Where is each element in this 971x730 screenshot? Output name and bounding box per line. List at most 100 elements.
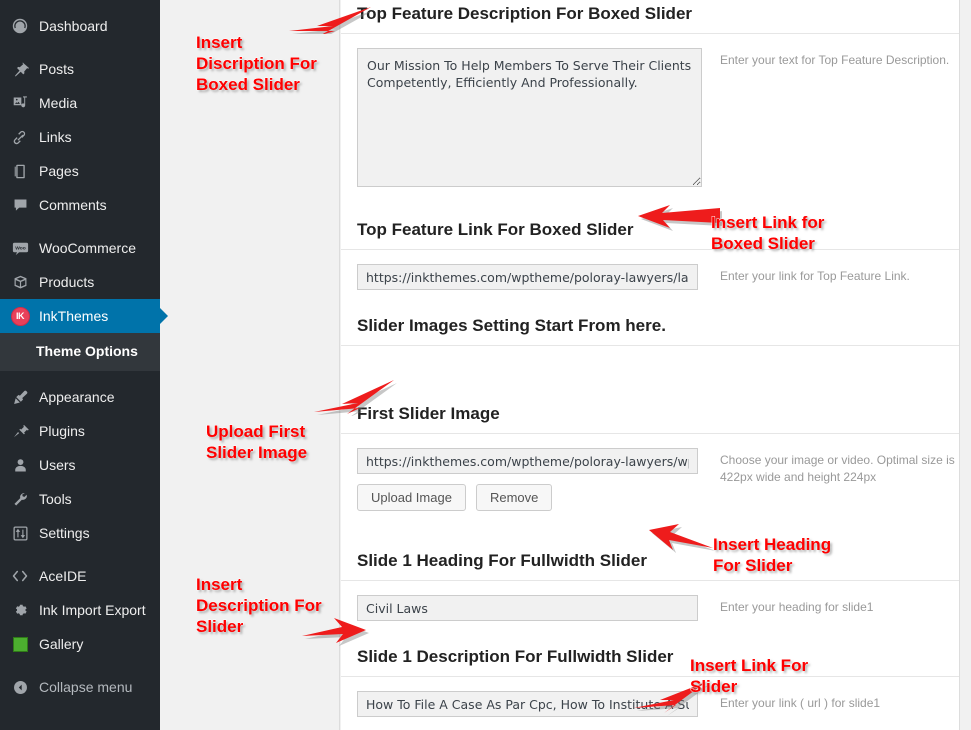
section-heading: Top Feature Description For Boxed Slider [341, 4, 959, 34]
sidebar-item-comments[interactable]: Comments [0, 188, 160, 222]
sidebar-item-gallery[interactable]: Gallery [0, 627, 160, 661]
sidebar-item-label: Posts [39, 61, 75, 77]
dashboard-icon [10, 16, 30, 36]
section-top-feature-description: Top Feature Description For Boxed Slider… [341, 0, 959, 192]
user-icon [10, 455, 30, 475]
sidebar-item-tools[interactable]: Tools [0, 482, 160, 516]
pin-icon [10, 59, 30, 79]
section-heading: Slider Images Setting Start From here. [341, 316, 959, 346]
sidebar-item-appearance[interactable]: Appearance [0, 380, 160, 414]
gear-icon [10, 600, 30, 620]
section-slide1-description: Slide 1 Description For Fullwidth Slider… [341, 621, 959, 717]
field-row: Enter your link for Top Feature Link. [341, 250, 959, 290]
code-brackets-icon [10, 566, 30, 586]
theme-options-panel: Top Feature Description For Boxed Slider… [341, 0, 959, 730]
sidebar-item-inkthemes[interactable]: IK InkThemes [0, 299, 168, 333]
field-row: Upload Image Remove Choose your image or… [341, 434, 959, 511]
field-column: Our Mission To Help Members To Serve The… [357, 48, 702, 192]
slide1-heading-input[interactable] [357, 595, 698, 621]
sliders-icon [10, 523, 30, 543]
sidebar-item-settings[interactable]: Settings [0, 516, 160, 550]
sidebar-item-collapse-menu[interactable]: Collapse menu [0, 670, 160, 704]
field-column [357, 595, 702, 621]
section-first-slider-image: First Slider Image Upload Image Remove C… [341, 346, 959, 511]
sidebar-item-users[interactable]: Users [0, 448, 160, 482]
sidebar-item-theme-options[interactable]: Theme Options [0, 339, 160, 363]
sidebar-item-label: Tools [39, 491, 72, 507]
link-icon [10, 127, 30, 147]
remove-image-button[interactable]: Remove [475, 484, 553, 511]
field-row: Enter your link ( url ) for slide1 [341, 677, 959, 717]
collapse-arrow-icon [10, 677, 30, 697]
top-feature-link-input[interactable] [357, 264, 698, 290]
right-rail [959, 0, 971, 730]
sidebar-item-links[interactable]: Links [0, 120, 160, 154]
woocommerce-icon: Woo [10, 238, 30, 258]
field-row: Enter your heading for slide1 [341, 581, 959, 621]
svg-text:Woo: Woo [15, 245, 26, 251]
sidebar-item-products[interactable]: Products [0, 265, 160, 299]
sidebar-item-label: AceIDE [39, 568, 87, 584]
upload-image-button[interactable]: Upload Image [357, 484, 466, 511]
section-top-feature-link: Top Feature Link For Boxed Slider Enter … [341, 192, 959, 290]
section-slide1-heading: Slide 1 Heading For Fullwidth Slider Ent… [341, 511, 959, 621]
field-row: Our Mission To Help Members To Serve The… [341, 34, 959, 192]
annotation-gutter [160, 0, 340, 730]
sidebar-item-pages[interactable]: Pages [0, 154, 160, 188]
sidebar-item-label: Comments [39, 197, 107, 213]
sidebar-item-label: Ink Import Export [39, 602, 146, 618]
top-feature-description-textarea[interactable]: Our Mission To Help Members To Serve The… [357, 48, 702, 187]
sidebar-item-label: WooCommerce [39, 240, 136, 256]
field-help-text: Enter your link ( url ) for slide1 [720, 696, 881, 710]
section-slide1-link: Slide 1 Link [341, 717, 959, 730]
sidebar-item-media[interactable]: Media [0, 86, 160, 120]
sidebar-item-ink-import-export[interactable]: Ink Import Export [0, 593, 160, 627]
sidebar-item-label: Collapse menu [39, 679, 133, 695]
media-icon [10, 93, 30, 113]
sidebar-item-aceide[interactable]: AceIDE [0, 559, 160, 593]
sidebar-item-label: Media [39, 95, 78, 111]
wrench-icon [10, 489, 30, 509]
sidebar-item-posts[interactable]: Posts [0, 52, 160, 86]
field-help-text: Enter your link for Top Feature Link. [720, 269, 910, 283]
field-column [357, 691, 702, 717]
section-heading: Slide 1 Description For Fullwidth Slider [341, 647, 959, 677]
sidebar-item-label: Pages [39, 163, 79, 179]
sidebar-item-woocommerce[interactable]: Woo WooCommerce [0, 231, 160, 265]
sidebar-item-label: Products [39, 274, 95, 290]
inkthemes-logo-icon: IK [10, 306, 30, 326]
sidebar-item-dashboard[interactable]: Dashboard [0, 9, 160, 43]
sidebar-item-label: Appearance [39, 389, 115, 405]
sidebar-item-plugins[interactable]: Plugins [0, 414, 160, 448]
sidebar-submenu-inkthemes: Theme Options [0, 333, 160, 371]
pages-icon [10, 161, 30, 181]
image-button-row: Upload Image Remove [357, 484, 702, 511]
admin-sidebar: Dashboard Posts Media Links Pages Commen… [0, 0, 168, 730]
first-slider-image-input[interactable] [357, 448, 698, 474]
screen-root: Dashboard Posts Media Links Pages Commen… [0, 0, 971, 730]
field-help-text: Choose your image or video. Optimal size… [720, 453, 955, 484]
sidebar-item-label: Users [39, 457, 76, 473]
section-slider-images-setting: Slider Images Setting Start From here. [341, 290, 959, 346]
field-column [357, 264, 702, 290]
field-column: Upload Image Remove [357, 448, 702, 511]
sidebar-item-label: Dashboard [39, 18, 108, 34]
plug-icon [10, 421, 30, 441]
green-square-icon [10, 634, 30, 654]
section-heading: Top Feature Link For Boxed Slider [341, 220, 959, 250]
sidebar-item-label: InkThemes [39, 308, 109, 324]
section-heading: First Slider Image [341, 404, 959, 434]
section-heading: Slide 1 Heading For Fullwidth Slider [341, 551, 959, 581]
slide1-description-input[interactable] [357, 691, 698, 717]
field-help-text: Enter your heading for slide1 [720, 600, 874, 614]
sidebar-item-label: Gallery [39, 636, 84, 652]
paintbrush-icon [10, 387, 30, 407]
sidebar-item-label: Links [39, 129, 72, 145]
comment-icon [10, 195, 30, 215]
field-help-text: Enter your text for Top Feature Descript… [720, 53, 950, 67]
